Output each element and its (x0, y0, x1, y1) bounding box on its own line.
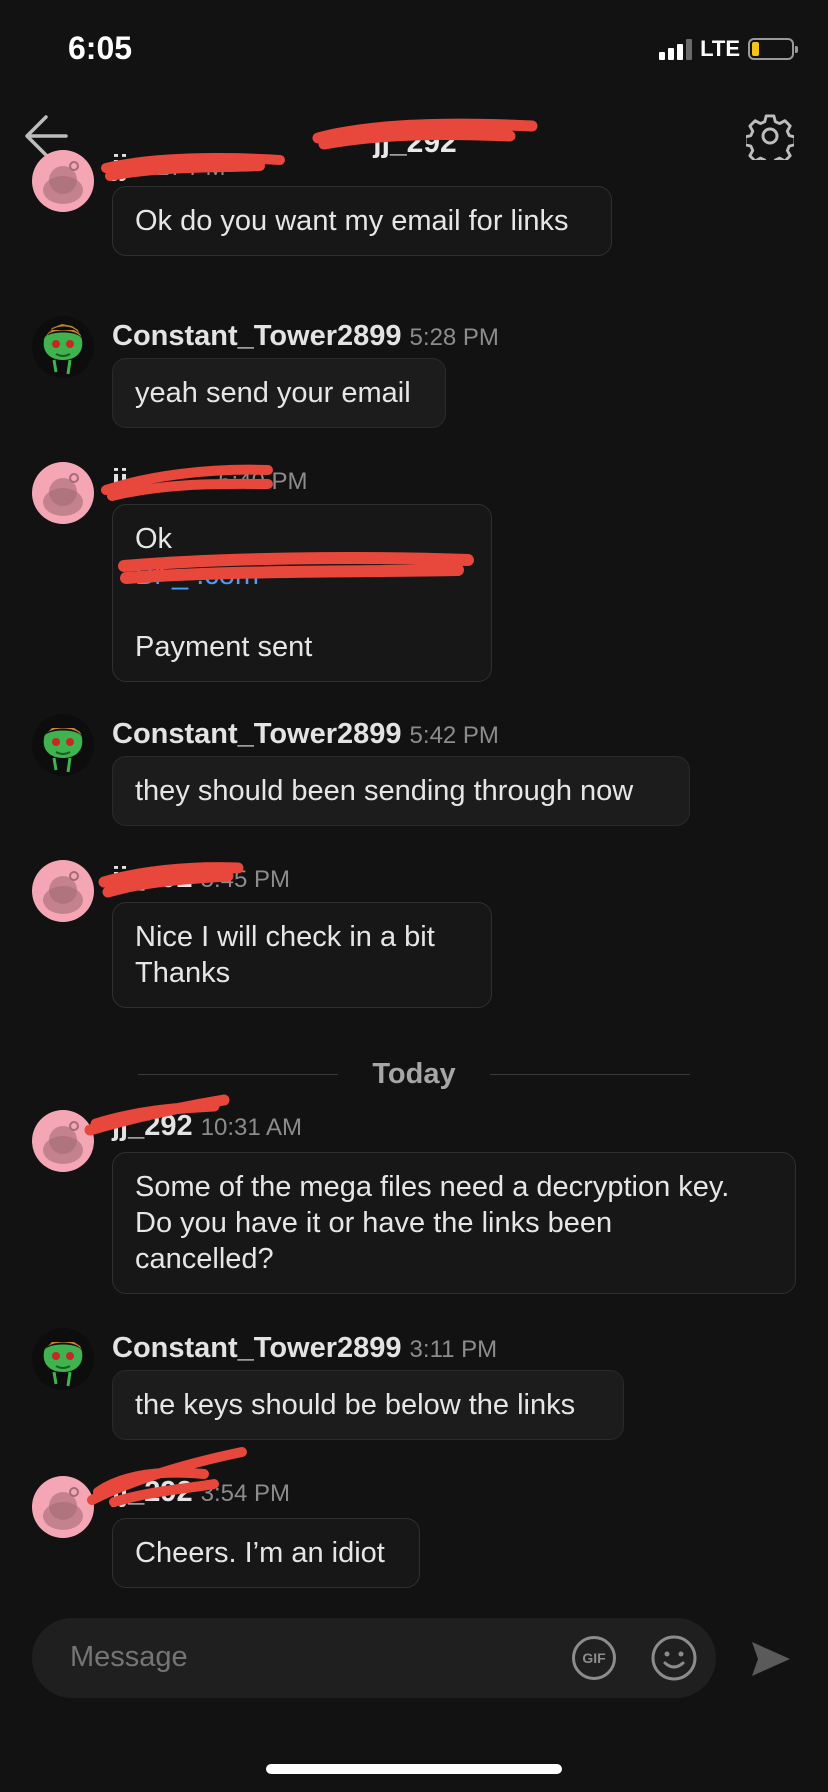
message-username[interactable]: Constant_Tower2899 (112, 1332, 402, 1364)
message-time: 3:11 PM (409, 1336, 498, 1363)
zombie-avatar-icon (43, 728, 83, 773)
snoo-avatar-icon (43, 161, 83, 204)
avatar[interactable] (32, 462, 94, 524)
message-bubble[interactable]: yeah send your email (112, 358, 446, 428)
message-text: Ok do you want my email for links (135, 205, 569, 237)
message-time: 10:31 AM (200, 1114, 303, 1141)
message-text: Some of the mega files need a decryption… (135, 1171, 730, 1203)
snoo-avatar-icon (43, 1487, 83, 1530)
message-username[interactable]: Constant_Tower2899 (112, 718, 402, 750)
message-text: the keys should be below the links (135, 1389, 576, 1421)
avatar[interactable] (32, 1110, 94, 1172)
message-meta: jj_292 5:45 PM (112, 862, 290, 895)
message-username[interactable]: jj (112, 464, 128, 496)
message-bubble[interactable]: Nice I will check in a bit Thanks (112, 902, 492, 1008)
snoo-avatar-icon (43, 473, 83, 516)
battery-icon (748, 38, 798, 60)
date-divider: Today (138, 1058, 690, 1091)
avatar[interactable] (32, 860, 94, 922)
message-text: Ok (135, 523, 173, 555)
message-bubble[interactable]: the keys should be below the links (112, 1370, 624, 1440)
message-text: cancelled? (135, 1243, 274, 1275)
battery-level (752, 42, 759, 56)
message-composer: GIF (32, 1618, 716, 1698)
message-bubble[interactable]: Ok Br _ .com Payment sent (112, 504, 492, 682)
cellular-signal-icon (659, 38, 693, 60)
emoji-button[interactable] (650, 1634, 698, 1682)
smiley-icon (651, 1635, 697, 1681)
status-bar: 6:05 LTE (0, 0, 828, 96)
message-input[interactable] (68, 1640, 452, 1675)
network-type: LTE (700, 36, 740, 61)
status-time: 6:05 (68, 30, 133, 66)
message-username[interactable]: Constant_Tower2899 (112, 320, 402, 352)
message-bubble[interactable]: Cheers. I’m an idiot (112, 1518, 420, 1588)
message-meta: jj_292 10:31 AM (112, 1110, 302, 1143)
message-text: Thanks (135, 957, 231, 989)
message-text: they should been sending through now (135, 775, 634, 807)
message-link[interactable]: Br _ .com (135, 557, 469, 593)
message-username[interactable]: jj (112, 150, 128, 182)
message-text: yeah send your email (135, 377, 411, 409)
message-thread[interactable]: jj 5:27 PM Ok do you want my email for li… (0, 150, 828, 1600)
gif-button[interactable]: GIF (572, 1636, 616, 1680)
message-text: Cheers. I’m an idiot (135, 1537, 385, 1569)
avatar[interactable] (32, 316, 94, 378)
message-meta: jj 5:40 PM (112, 464, 308, 497)
settings-button[interactable] (743, 112, 797, 168)
message-meta: jj 5:27 PM (112, 150, 226, 183)
divider-rule (489, 1074, 690, 1075)
chat-title: jj_292 (373, 126, 457, 159)
message-meta: Constant_Tower2899 5:42 PM (112, 718, 499, 751)
zombie-avatar-icon (43, 1342, 83, 1387)
message-text: Do you have it or have the links been (135, 1207, 613, 1239)
message-username[interactable]: jj_292 (112, 862, 193, 894)
message-bubble[interactable]: Some of the mega files need a decryption… (112, 1152, 796, 1294)
avatar[interactable] (32, 1476, 94, 1538)
message-meta: Constant_Tower2899 5:28 PM (112, 320, 499, 353)
message-text: Payment sent (135, 631, 313, 663)
message-time: 5:45 PM (200, 866, 291, 893)
message-time: 5:42 PM (409, 722, 499, 749)
send-button[interactable] (748, 1636, 794, 1682)
message-time: 5:40 PM (218, 468, 308, 495)
message-bubble[interactable]: Ok do you want my email for links (112, 186, 612, 256)
message-time: 3:54 PM (200, 1480, 291, 1507)
avatar[interactable] (32, 1328, 94, 1390)
message-meta: Constant_Tower2899 3:11 PM (112, 1332, 497, 1365)
message-meta: jj_292 3:54 PM (112, 1476, 290, 1509)
message-time: 5:27 PM (136, 154, 226, 181)
send-arrow-icon (752, 1642, 790, 1676)
message-bubble[interactable]: they should been sending through now (112, 756, 690, 826)
message-text: Nice I will check in a bit (135, 921, 435, 953)
message-text (135, 593, 469, 629)
divider-rule (138, 1074, 339, 1075)
avatar[interactable] (32, 714, 94, 776)
snoo-avatar-icon (43, 1121, 83, 1164)
avatar[interactable] (32, 150, 94, 212)
status-indicators: LTE (659, 36, 798, 62)
message-username[interactable]: jj_292 (112, 1476, 193, 1508)
snoo-avatar-icon (43, 871, 83, 914)
gear-icon (743, 114, 797, 168)
home-indicator[interactable] (266, 1764, 562, 1774)
message-time: 5:28 PM (409, 324, 499, 351)
zombie-avatar-icon (43, 324, 83, 375)
message-username[interactable]: jj_292 (112, 1110, 193, 1142)
date-divider-label: Today (372, 1058, 456, 1090)
